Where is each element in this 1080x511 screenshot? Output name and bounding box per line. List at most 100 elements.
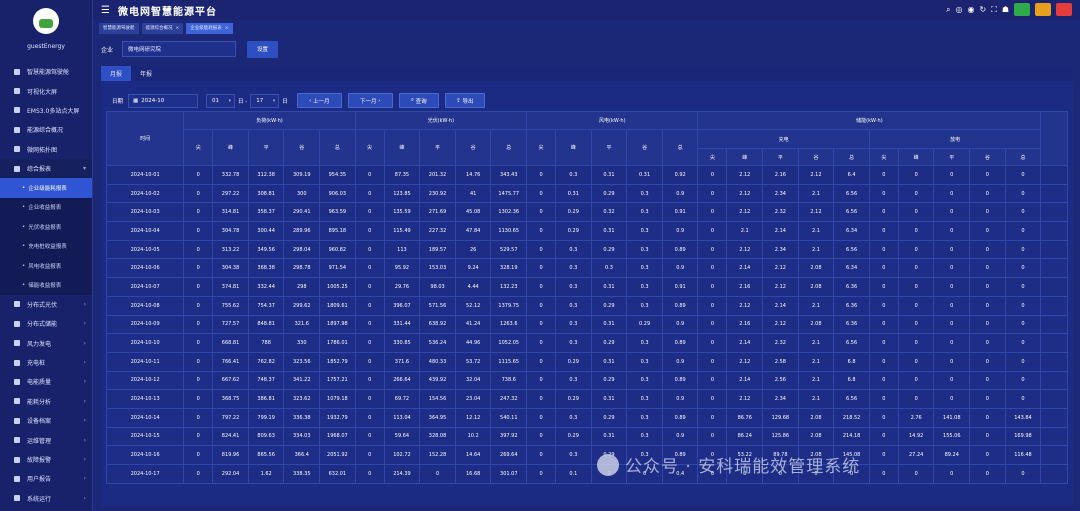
tab-2[interactable]: 企业级能耗报表 ×	[186, 22, 233, 34]
value-cell: 0	[183, 370, 214, 391]
column-header: 峰	[383, 129, 421, 166]
value-cell: 0.9	[661, 314, 699, 335]
day-to-select[interactable]: 17	[250, 93, 280, 108]
status-badge-red[interactable]	[1056, 3, 1072, 16]
value-cell: 0.89	[661, 370, 699, 391]
sidebar-subitem-0[interactable]: 企业级能耗报表	[0, 178, 92, 198]
search-icon[interactable]: ⌕	[946, 5, 950, 15]
value-cell: 0	[933, 221, 971, 241]
value-cell: 0.32	[590, 202, 628, 223]
blank-cell	[1040, 258, 1068, 279]
audio-icon[interactable]: ◉	[968, 5, 975, 14]
group-header: 负荷(kW·h)	[183, 111, 356, 130]
sidebar-subitem-4[interactable]: 风电收益报表	[0, 255, 92, 276]
value-cell: 0	[1004, 183, 1042, 204]
value-cell: 0	[354, 277, 385, 297]
value-cell: 343.43	[490, 165, 528, 185]
value-cell: 2.1	[797, 351, 835, 372]
export-button[interactable]: ⇪ 导出	[444, 93, 485, 108]
month-picker[interactable]: ▦ 2024-10	[128, 93, 199, 108]
sidebar: guestEnergy 智慧能源驾驶舱 可视化大屏 EMS3.0多站点大屏 能源综合概…	[0, 0, 93, 511]
fullscreen-icon[interactable]: ⛶	[991, 5, 997, 15]
value-cell: 895.18	[319, 221, 356, 241]
value-cell: 23.04	[454, 389, 492, 409]
sidebar-item-a5[interactable]: 综合报表 ▾	[0, 158, 92, 179]
value-cell: 0	[969, 333, 1006, 353]
day-from-select[interactable]: 01	[206, 93, 236, 108]
sidebar-item-b8[interactable]: 故障报警 ›	[0, 450, 92, 469]
settings-button[interactable]: 设置	[247, 40, 279, 58]
value-cell: 0	[354, 333, 385, 353]
value-cell: 0.3	[555, 165, 592, 185]
value-cell: 0	[933, 333, 971, 353]
value-cell: 755.62	[212, 295, 249, 316]
value-cell: 298	[283, 277, 321, 297]
sidebar-item-b6[interactable]: 设备档案 ›	[0, 411, 92, 430]
sidebar-subitem-5[interactable]: 储能收益报表	[0, 275, 92, 295]
company-input[interactable]: 微电网研究院	[122, 41, 237, 57]
value-cell: 0	[969, 258, 1006, 279]
value-cell: 2.14	[726, 258, 764, 279]
value-cell: 298.78	[283, 258, 321, 279]
value-cell: 0	[969, 202, 1006, 223]
next-month-button[interactable]: 下一月 ›	[347, 93, 393, 108]
sidebar-item-b9[interactable]: 用户报告 ›	[0, 469, 92, 488]
tab-monthly[interactable]: 月报	[101, 66, 131, 81]
value-cell: 0	[969, 165, 1006, 185]
theme-icon[interactable]: ☗	[1002, 5, 1009, 14]
prev-month-button[interactable]: ‹ 上一月	[296, 93, 342, 108]
sidebar-item-a0[interactable]: 智慧能源驾驶舱	[0, 62, 92, 81]
sub-header: 充电	[697, 129, 870, 149]
value-cell: 312.38	[247, 165, 285, 185]
value-cell: 0	[933, 202, 971, 223]
value-cell: 2.1	[797, 295, 835, 316]
help-icon[interactable]: ◎	[956, 5, 963, 14]
value-cell: 0.31	[590, 351, 628, 372]
tab-0[interactable]: 智慧能源驾驶舱	[99, 22, 139, 34]
value-cell: 2.1	[797, 333, 835, 353]
value-cell: 4.44	[454, 277, 492, 297]
value-cell: 6.34	[833, 258, 870, 279]
close-icon[interactable]: ×	[176, 26, 180, 31]
sidebar-item-b7[interactable]: 运维管理 ›	[0, 430, 92, 449]
tab-1[interactable]: 能源综合概况 ×	[141, 22, 184, 34]
sidebar-subitem-3[interactable]: 充电桩收益报表	[0, 236, 92, 256]
column-header: 峰	[726, 148, 764, 166]
value-cell: 0.3	[626, 407, 663, 428]
value-cell: 0	[933, 464, 971, 484]
value-cell: 0	[933, 165, 971, 185]
value-cell: 0	[1004, 165, 1042, 185]
sidebar-item-b0[interactable]: 分布式光伏 ›	[0, 295, 92, 314]
sidebar-item-a3[interactable]: 能源综合概况	[0, 120, 92, 139]
blank-cell	[1040, 277, 1068, 297]
value-cell: 123.85	[383, 183, 421, 204]
tab-yearly[interactable]: 年报	[131, 66, 161, 81]
day-separator: 日 -	[238, 98, 248, 105]
sidebar-item-a2[interactable]: EMS3.0多站点大屏	[0, 101, 92, 120]
sidebar-item-a4[interactable]: 微网拓扑图	[0, 140, 92, 159]
date-cell: 2024-10-06	[106, 258, 185, 279]
value-cell: 0	[697, 351, 728, 372]
sidebar-item-b10[interactable]: 系统运行 ›	[0, 489, 92, 508]
sidebar-subitem-1[interactable]: 企业收益报表	[0, 197, 92, 218]
menu-toggle-icon[interactable]: ☰	[101, 5, 110, 16]
sidebar-item-b3[interactable]: 充电桩 ›	[0, 353, 92, 372]
status-badge-orange[interactable]	[1035, 3, 1051, 16]
filter-row: 企业 微电网研究院 设置	[93, 38, 1080, 60]
sidebar-item-label: 分布式光伏	[27, 301, 58, 309]
sidebar-subitem-2[interactable]: 光伏收益报表	[0, 217, 92, 237]
sidebar-item-b5[interactable]: 能耗分析 ›	[0, 392, 92, 411]
value-cell: 6.56	[833, 202, 870, 223]
close-icon[interactable]: ×	[225, 26, 229, 31]
sidebar-item-b1[interactable]: 分布式储能 ›	[0, 314, 92, 333]
watermark: 公众号 · 安科瑞能效管理系统	[597, 452, 860, 477]
refresh-icon[interactable]: ↻	[980, 5, 987, 14]
search-button[interactable]: ⌕ 查询	[398, 93, 439, 108]
sidebar-item-b2[interactable]: 风力发电 ›	[0, 333, 92, 352]
column-header: 尖	[868, 148, 899, 166]
sidebar-item-b4[interactable]: 电能质量 ›	[0, 372, 92, 391]
sidebar-item-label: 分布式储能	[27, 321, 58, 329]
sidebar-item-a1[interactable]: 可视化大屏	[0, 81, 92, 100]
value-cell: 1809.61	[319, 295, 356, 316]
status-badge-green[interactable]	[1014, 3, 1030, 16]
